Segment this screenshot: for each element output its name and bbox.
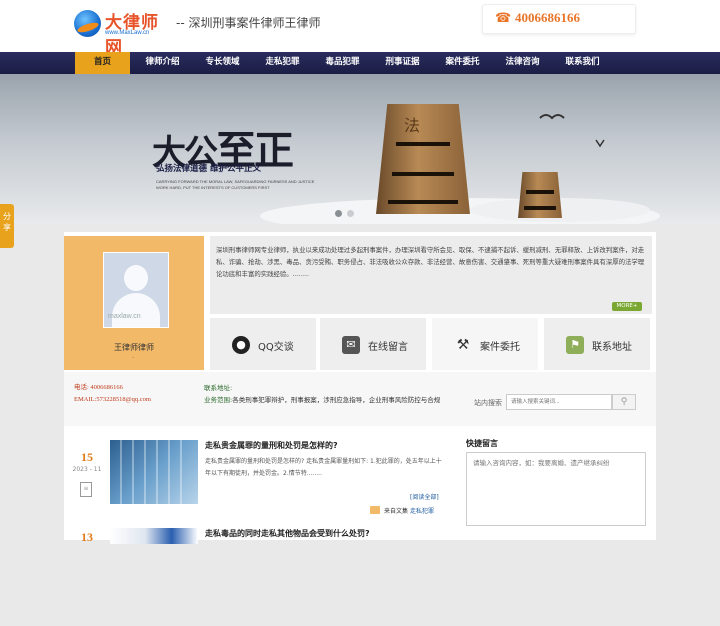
slide-dot-1[interactable] — [335, 210, 342, 217]
slide-dot-2[interactable] — [347, 210, 354, 217]
nav-item-specialties[interactable]: 专长领域 — [195, 52, 250, 74]
online-message-button[interactable]: ✉ 在线留言 — [320, 318, 428, 370]
action-label: 联系地址 — [592, 342, 632, 353]
article-title[interactable]: 走私贵金属罪的量刑和处罚是怎样的? — [205, 440, 338, 451]
site-title: -- 深圳刑事案件律师王律师 — [176, 16, 321, 30]
message-textarea[interactable] — [466, 452, 646, 526]
nav-item-drug-crime[interactable]: 毒品犯罪 — [315, 52, 370, 74]
intro-text: 深圳刑事律师网专业律师，执业以来成功处理过多起刑事案件，办理深圳看守所会见、取保… — [216, 246, 645, 278]
article-year-month: 2023 - 11 — [72, 466, 102, 473]
article-item: 13 走私毒品的同时走私其他物品会受到什么处罚? — [64, 528, 454, 626]
search-button[interactable]: ⚲ — [612, 394, 636, 410]
phone-box: ☎ 4006686166 — [482, 4, 636, 34]
qq-chat-button[interactable]: ● QQ交谈 — [210, 318, 318, 370]
article-item: 15 2023 - 11 ≡ 走私贵金属罪的量刑和处罚是怎样的? 走私贵金属罪的… — [64, 440, 454, 538]
action-label: 在线留言 — [368, 342, 408, 353]
article-day: 13 — [81, 530, 93, 544]
site-logo[interactable]: 大律师网 www.MaxLaw.cn — [74, 8, 170, 58]
article-thumbnail[interactable] — [110, 440, 198, 504]
avatar-body-shape — [112, 293, 160, 327]
article-day: 15 — [81, 450, 93, 464]
more-button[interactable]: MORE+ — [612, 302, 642, 311]
share-tab[interactable]: 分享 — [0, 204, 14, 248]
article-summary: 走私贵金属罪的量刑和处罚是怎样的? 走私贵金属罪量刑如下: 1.犯此罪的，处五年… — [205, 458, 442, 477]
avatar: maxlaw.cn — [103, 252, 169, 328]
nav-item-smuggling[interactable]: 走私犯罪 — [255, 52, 310, 74]
contact-left: 电话: 4006686166 EMAIL:573228518@qq.com — [74, 382, 151, 406]
address-label: 联系地址: — [204, 384, 233, 392]
contact-address-button[interactable]: ⚑ 联系地址 — [544, 318, 650, 370]
folder-icon — [370, 506, 380, 514]
quick-message-title: 快捷留言 — [466, 439, 498, 448]
lawyer-profile: maxlaw.cn 王律师律师 . — [64, 236, 204, 370]
contact-info: 电话: 4006686166 EMAIL:573228518@qq.com 联系… — [64, 372, 656, 426]
qq-penguin-icon: ● — [232, 336, 250, 354]
read-all-link[interactable]: [阅读全部] — [410, 492, 439, 501]
search-icon: ⚲ — [620, 397, 628, 407]
tower-character: 法 — [404, 116, 421, 135]
nav-item-criminal-evidence[interactable]: 刑事证据 — [375, 52, 430, 74]
case-commission-button[interactable]: ⚒ 案件委托 — [432, 318, 540, 370]
action-label: 案件委托 — [480, 342, 520, 353]
contact-phone: 电话: 4006686166 — [74, 384, 123, 391]
nav-item-legal-consult[interactable]: 法律咨询 — [495, 52, 550, 74]
phone-icon: ☎ — [495, 11, 512, 26]
tower-small — [518, 172, 562, 218]
logo-url: www.MaxLaw.cn — [105, 30, 150, 36]
nav-item-lawyer-intro[interactable]: 律师介绍 — [135, 52, 190, 74]
main-nav: 首页 律师介绍 专长领域 走私犯罪 毒品犯罪 刑事证据 案件委托 法律咨询 联系… — [0, 52, 720, 74]
hotline-number: 4006686166 — [515, 10, 580, 25]
lawyer-intro: 深圳刑事律师网专业律师，执业以来成功处理过多起刑事案件，办理深圳看守所会见、取保… — [210, 236, 652, 314]
category-link[interactable]: 走私犯罪 — [410, 508, 434, 515]
slogan-sub: 弘扬法律道德 维护公平正义 — [156, 164, 261, 174]
contact-email[interactable]: EMAIL:573228518@qq.com — [74, 394, 151, 406]
search-label: 站内搜索 — [474, 399, 502, 407]
slogan-english-1: CARRYING FORWARD THE MORAL LAW, SAFEGUAR… — [156, 179, 315, 184]
nav-item-contact[interactable]: 联系我们 — [555, 52, 610, 74]
article-thumbnail[interactable] — [110, 528, 198, 544]
article-title[interactable]: 走私毒品的同时走私其他物品会受到什么处罚? — [205, 528, 370, 539]
nav-item-home[interactable]: 首页 — [75, 52, 130, 74]
banner-clouds — [260, 114, 660, 224]
avatar-watermark: maxlaw.cn — [108, 313, 141, 320]
gavel-icon: ⚒ — [456, 337, 470, 353]
globe-logo-icon — [74, 10, 101, 37]
hero-banner: 大公至正 弘扬法律道德 维护公平正义 CARRYING FORWARD THE … — [0, 74, 720, 224]
article-category: 来自文集 走私犯罪 — [384, 508, 434, 515]
contact-middle: 联系地址: 业务范围:各类刑事犯罪辩护，刑事报案，涉刑应急指导，企业刑事风险防控… — [204, 382, 444, 406]
main-content: maxlaw.cn 王律师律师 . 深圳刑事律师网专业律师，执业以来成功处理过多… — [64, 232, 656, 544]
search-input[interactable] — [506, 394, 612, 410]
quick-message: 快捷留言 — [466, 438, 650, 540]
map-icon: ⚑ — [566, 336, 584, 354]
site-header: 大律师网 www.MaxLaw.cn -- 深圳刑事案件律师王律师 ☎ 4006… — [0, 0, 720, 58]
document-icon: ≡ — [80, 482, 92, 497]
avatar-head-shape — [124, 265, 148, 291]
tower-large: 法 — [376, 104, 470, 214]
nav-item-case-commission[interactable]: 案件委托 — [435, 52, 490, 74]
action-label: QQ交谈 — [258, 342, 294, 353]
profile-dot: . — [132, 352, 135, 360]
chat-bubble-icon: ✉ — [342, 336, 360, 354]
action-bar: ● QQ交谈 ✉ 在线留言 ⚒ 案件委托 ⚑ 联系地址 — [210, 318, 652, 372]
business-scope: 业务范围:各类刑事犯罪辩护，刑事报案，涉刑应急指导，企业刑事风险防控与合规 — [204, 396, 441, 404]
slogan-english-2: WORK HARD, PUT THE INTERESTS OF CUSTOMER… — [156, 185, 270, 190]
